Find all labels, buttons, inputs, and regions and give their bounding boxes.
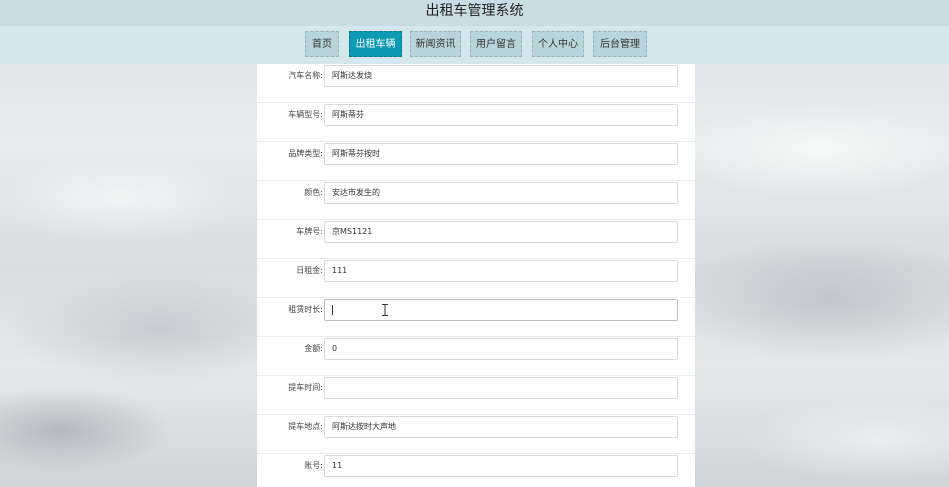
amount-input[interactable]: 0	[324, 338, 678, 360]
model-input[interactable]: 阿斯蒂芬	[324, 104, 678, 126]
pickup-time-input[interactable]	[324, 377, 678, 399]
form-row-pickup-location: 提车地点: 阿斯达按时大声地	[257, 415, 695, 454]
plate-input[interactable]: 京MS1121	[324, 221, 678, 243]
nav-item-profile[interactable]: 个人中心	[532, 31, 584, 57]
site-header: 出租车管理系统	[0, 0, 949, 26]
text-cursor-icon	[382, 304, 388, 316]
amount-label: 金额:	[304, 344, 323, 353]
daily-rent-label: 日租金:	[296, 266, 323, 275]
account-label: 账号:	[304, 461, 323, 470]
account-input[interactable]: 11	[324, 455, 678, 477]
form-row-car-name: 汽车名称: 阿斯达发烧	[257, 64, 695, 103]
model-label: 车辆型号:	[288, 110, 323, 119]
rental-form: 汽车名称: 阿斯达发烧 车辆型号: 阿斯蒂芬 品牌类型: 阿斯蒂芬按时 颜色: …	[257, 64, 695, 487]
car-name-input[interactable]: 阿斯达发烧	[324, 65, 678, 87]
nav-item-taxi-rental[interactable]: 出租车辆	[349, 31, 402, 57]
text-caret	[332, 304, 333, 315]
pickup-location-label: 提车地点:	[288, 422, 323, 431]
nav-item-messages[interactable]: 用户留言	[470, 31, 522, 57]
site-title: 出租车管理系统	[425, 3, 524, 19]
daily-rent-input[interactable]: 111	[324, 260, 678, 282]
nav-item-home[interactable]: 首页	[305, 31, 339, 57]
nav-item-admin[interactable]: 后台管理	[593, 31, 647, 57]
form-row-model: 车辆型号: 阿斯蒂芬	[257, 103, 695, 142]
plate-label: 车牌号:	[296, 227, 323, 236]
form-row-daily-rent: 日租金: 111	[257, 259, 695, 298]
pickup-location-input[interactable]: 阿斯达按时大声地	[324, 416, 678, 438]
main-nav: 首页 出租车辆 新闻资讯 用户留言 个人中心 后台管理	[0, 26, 949, 64]
form-row-amount: 金额: 0	[257, 337, 695, 376]
color-input[interactable]: 安达市发生的	[324, 182, 678, 204]
nav-item-news[interactable]: 新闻资讯	[410, 31, 461, 57]
pickup-time-label: 提车时间:	[288, 383, 323, 392]
brand-input[interactable]: 阿斯蒂芬按时	[324, 143, 678, 165]
duration-input[interactable]	[324, 299, 678, 321]
brand-label: 品牌类型:	[288, 149, 323, 158]
color-label: 颜色:	[304, 188, 323, 197]
form-row-brand: 品牌类型: 阿斯蒂芬按时	[257, 142, 695, 181]
form-row-pickup-time: 提车时间:	[257, 376, 695, 415]
form-row-duration: 租赁时长:	[257, 298, 695, 337]
form-row-account: 账号: 11	[257, 454, 695, 487]
duration-label: 租赁时长:	[288, 305, 323, 314]
form-row-color: 颜色: 安达市发生的	[257, 181, 695, 220]
car-name-label: 汽车名称:	[288, 71, 323, 80]
form-row-plate: 车牌号: 京MS1121	[257, 220, 695, 259]
